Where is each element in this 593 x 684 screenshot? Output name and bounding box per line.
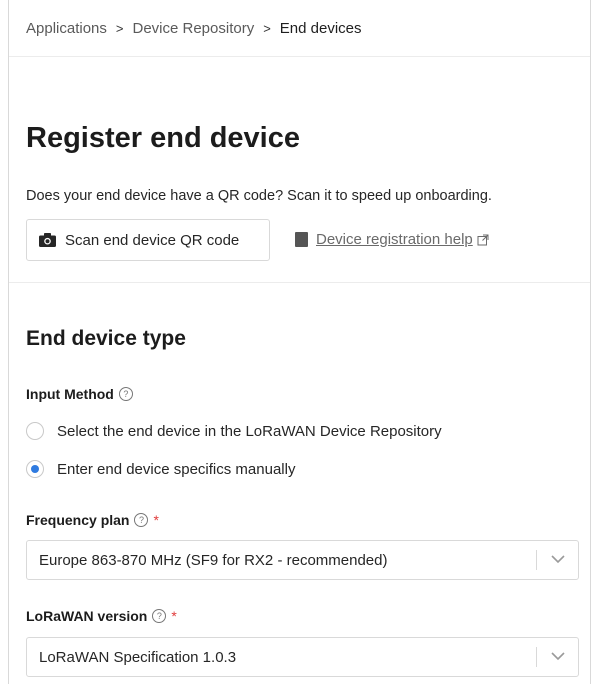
radio-option-repository[interactable]: Select the end device in the LoRaWAN Dev…: [26, 422, 442, 440]
lorawan-version-label-text: LoRaWAN version: [26, 608, 148, 624]
required-marker: *: [171, 608, 177, 624]
page-frame: Applications > Device Repository > End d…: [8, 0, 591, 684]
radio-button[interactable]: [26, 422, 44, 440]
breadcrumb: Applications > Device Repository > End d…: [9, 0, 590, 57]
select-divider: [536, 550, 537, 570]
input-method-label-text: Input Method: [26, 386, 114, 402]
radio-option-label: Select the end device in the LoRaWAN Dev…: [57, 422, 442, 440]
camera-icon: [39, 233, 56, 247]
help-question-icon[interactable]: ?: [134, 513, 149, 527]
breadcrumb-device-repository[interactable]: Device Repository: [132, 20, 254, 37]
scan-qr-button[interactable]: Scan end device QR code: [26, 219, 270, 261]
select-divider: [536, 647, 537, 667]
lorawan-version-value: LoRaWAN Specification 1.0.3: [39, 648, 237, 666]
input-method-label: Input Method ?: [26, 386, 133, 402]
help-question-icon[interactable]: ?: [152, 609, 167, 623]
scan-qr-label: Scan end device QR code: [65, 231, 240, 249]
chevron-down-icon[interactable]: [551, 652, 565, 661]
device-registration-help-link[interactable]: Device registration help: [295, 231, 489, 248]
section-title: End device type: [26, 327, 186, 350]
frequency-plan-select[interactable]: Europe 863-870 MHz (SF9 for RX2 - recomm…: [26, 540, 579, 580]
frequency-plan-label-text: Frequency plan: [26, 512, 130, 528]
page-subtitle: Does your end device have a QR code? Sca…: [26, 188, 492, 204]
help-question-icon[interactable]: ?: [118, 387, 133, 401]
lorawan-version-select[interactable]: LoRaWAN Specification 1.0.3: [26, 637, 579, 677]
frequency-plan-label: Frequency plan ? *: [26, 512, 159, 528]
book-icon: [295, 232, 308, 247]
breadcrumb-applications[interactable]: Applications: [26, 20, 107, 37]
frequency-plan-value: Europe 863-870 MHz (SF9 for RX2 - recomm…: [39, 551, 388, 569]
external-link-icon: [477, 234, 489, 245]
chevron-down-icon[interactable]: [551, 555, 565, 564]
help-link-label: Device registration help: [316, 231, 473, 248]
breadcrumb-separator: >: [263, 20, 271, 36]
radio-button-selected[interactable]: [26, 460, 44, 478]
required-marker: *: [153, 512, 159, 528]
breadcrumb-separator: >: [115, 20, 124, 36]
radio-option-manual[interactable]: Enter end device specifics manually: [26, 460, 295, 478]
breadcrumb-end-devices: End devices: [279, 19, 362, 37]
radio-option-label: Enter end device specifics manually: [57, 460, 296, 478]
page-title: Register end device: [26, 122, 300, 154]
section-divider: [9, 282, 590, 283]
lorawan-version-label: LoRaWAN version ? *: [26, 608, 177, 624]
